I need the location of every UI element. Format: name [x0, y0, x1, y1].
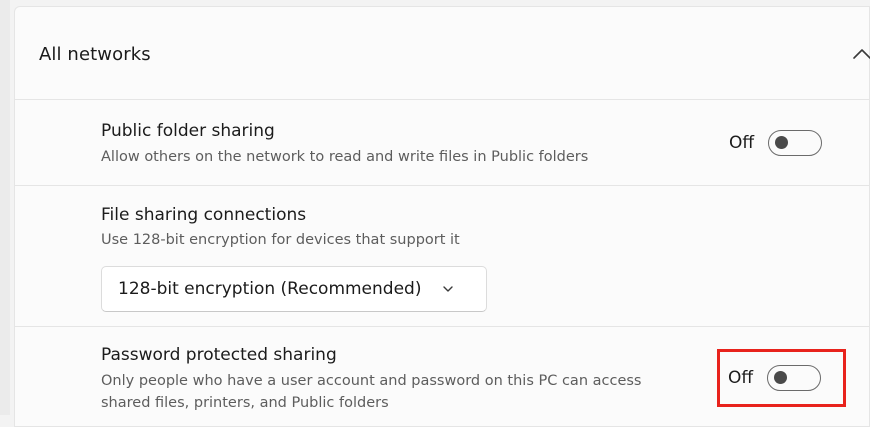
encryption-dropdown-value: 128-bit encryption (Recommended) — [118, 279, 422, 299]
toggle-knob — [775, 136, 789, 149]
password-protected-sharing-title: Password protected sharing — [101, 345, 337, 365]
public-folder-sharing-row: Public folder sharing Allow others on th… — [14, 100, 870, 186]
file-sharing-connections-row: File sharing connections Use 128-bit enc… — [14, 186, 870, 327]
section-title: All networks — [39, 44, 151, 65]
password-protected-sharing-description-line2: shared files, printers, and Public folde… — [101, 395, 389, 411]
public-folder-sharing-toggle[interactable] — [768, 130, 823, 156]
public-folder-sharing-toggle-group[interactable]: Off — [729, 130, 823, 156]
all-networks-header[interactable]: All networks — [14, 6, 870, 100]
chevron-down-icon — [443, 286, 454, 292]
encryption-dropdown[interactable]: 128-bit encryption (Recommended) — [101, 266, 487, 312]
settings-window: All networks Public folder sharing Allow… — [0, 0, 870, 427]
chevron-up-icon[interactable] — [851, 43, 870, 65]
left-rail — [0, 0, 10, 415]
public-folder-sharing-title: Public folder sharing — [101, 121, 275, 141]
public-folder-sharing-toggle-label: Off — [729, 133, 755, 153]
file-sharing-connections-title: File sharing connections — [101, 205, 307, 225]
file-sharing-connections-description: Use 128-bit encryption for devices that … — [101, 232, 460, 248]
highlight-annotation-box — [717, 349, 846, 407]
public-folder-sharing-description: Allow others on the network to read and … — [101, 149, 589, 165]
password-protected-sharing-description-line1: Only people who have a user account and … — [101, 373, 642, 389]
